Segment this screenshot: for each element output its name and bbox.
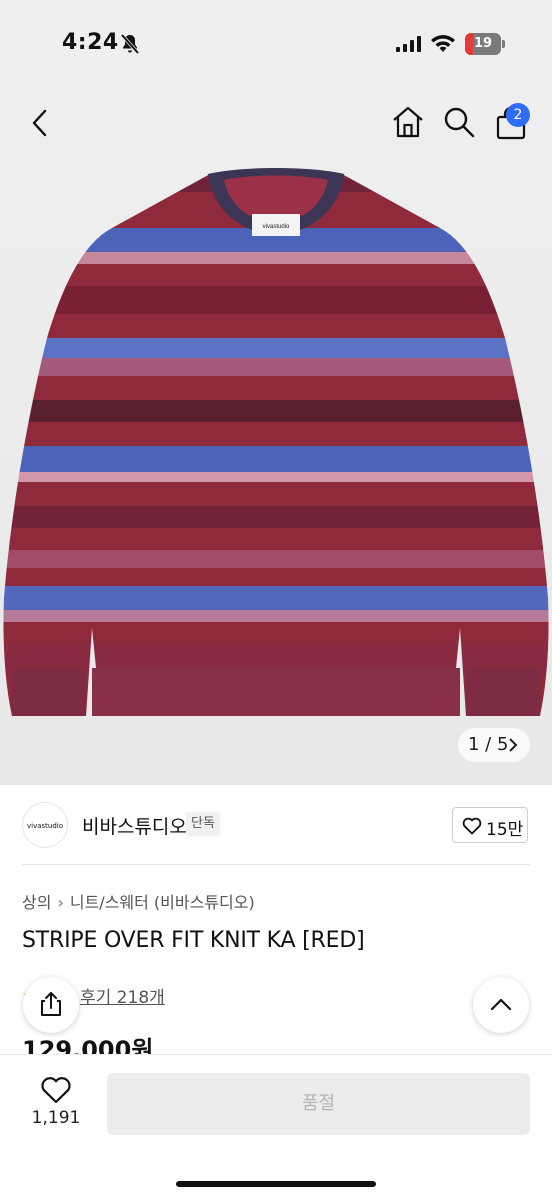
product-title: STRIPE OVER FIT KNIT KA [RED] <box>22 928 365 953</box>
bell-slash-icon <box>120 33 140 55</box>
chevron-up-icon <box>490 998 512 1011</box>
heart-icon[interactable] <box>40 1076 72 1104</box>
breadcrumb-separator-icon: › <box>57 893 64 912</box>
wifi-icon <box>431 35 455 52</box>
chevron-right-icon <box>509 738 518 752</box>
cart-count-badge: 2 <box>506 103 530 127</box>
status-time: 4:24 <box>62 30 119 55</box>
image-page-indicator[interactable]: 1 / 5 <box>458 728 530 762</box>
review-link[interactable]: 후기 218개 <box>80 983 165 1008</box>
share-icon <box>41 992 61 1016</box>
breadcrumb-item-subcategory[interactable]: 니트/스웨터 (비바스튜디오) <box>70 893 255 912</box>
divider <box>22 864 530 865</box>
brand-like-button[interactable]: 15만 <box>452 807 528 843</box>
product-image[interactable]: vivastudio <box>0 168 552 728</box>
brand-like-count: 15만 <box>486 820 524 840</box>
status-bar: 4:24 19 <box>0 0 552 92</box>
signal-icon <box>396 36 421 52</box>
breadcrumb: 상의 › 니트/스웨터 (비바스튜디오) <box>22 889 255 913</box>
brand-name[interactable]: 비바스튜디오 <box>82 812 187 839</box>
buy-button[interactable]: 품절 <box>107 1073 530 1135</box>
page-indicator-text: 1 / 5 <box>468 734 509 755</box>
wish-count: 1,191 <box>31 1108 81 1128</box>
back-icon[interactable] <box>28 105 52 141</box>
search-icon[interactable] <box>443 106 475 138</box>
share-button[interactable] <box>23 977 79 1033</box>
heart-icon <box>462 817 482 835</box>
brand-logo-text: vivastudio <box>26 822 64 830</box>
battery-charging-icon: 19 <box>465 33 505 55</box>
exclusive-badge: 단독 <box>186 812 220 836</box>
brand-logo[interactable]: vivastudio <box>22 802 68 848</box>
image-label-text: vivastudio <box>263 224 290 230</box>
home-indicator <box>176 1181 376 1187</box>
breadcrumb-item-category[interactable]: 상의 <box>22 893 51 912</box>
scroll-top-button[interactable] <box>473 977 529 1033</box>
home-icon[interactable] <box>390 104 426 140</box>
battery-level: 19 <box>473 36 493 51</box>
